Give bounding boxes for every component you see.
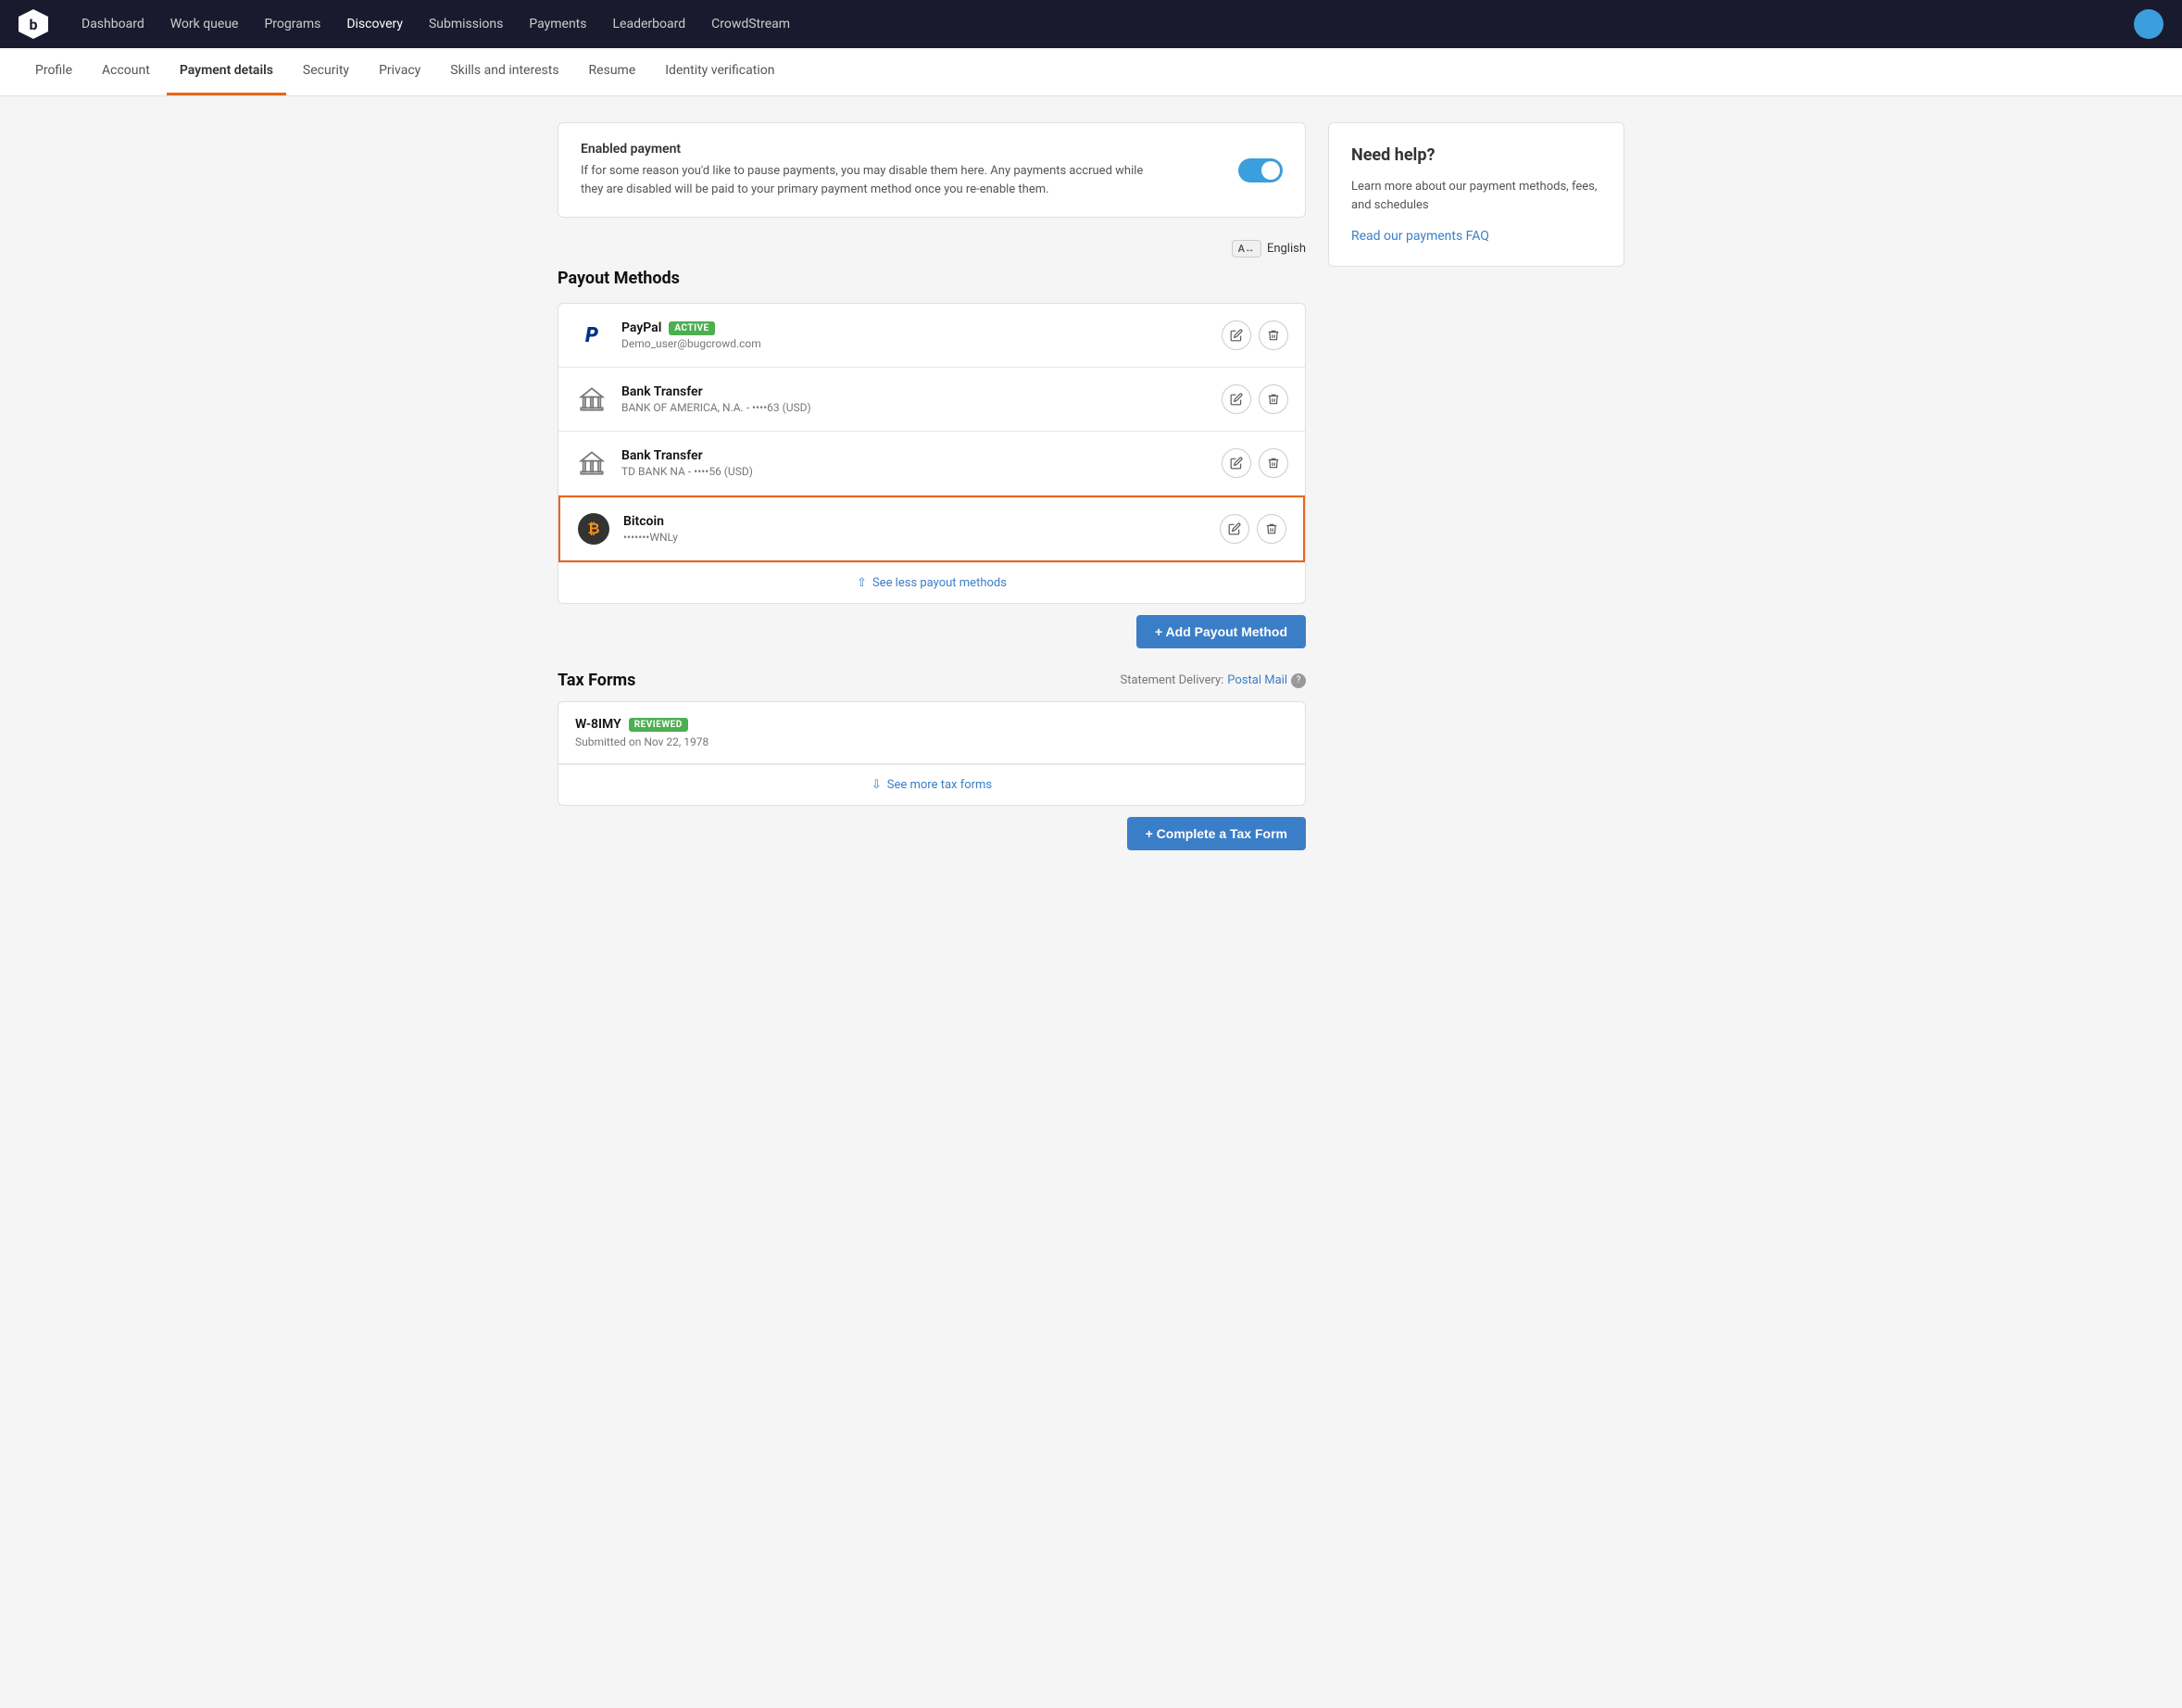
see-less-payout-label: See less payout methods (872, 576, 1007, 590)
tab-skills[interactable]: Skills and interests (437, 48, 571, 95)
side-column: Need help? Learn more about our payment … (1328, 122, 1624, 850)
payout-item-bank2: Bank Transfer TD BANK NA - ••••56 (USD) (558, 432, 1305, 496)
sub-navigation: Profile Account Payment details Security… (0, 48, 2182, 96)
bank1-info: Bank Transfer BANK OF AMERICA, N.A. - ••… (621, 384, 1222, 414)
see-more-tax-row[interactable]: ⇩ See more tax forms (558, 764, 1305, 805)
nav-payments[interactable]: Payments (518, 11, 597, 37)
payout-methods-title: Payout Methods (558, 269, 1306, 288)
paypal-delete-button[interactable] (1259, 320, 1288, 350)
bank1-delete-button[interactable] (1259, 384, 1288, 414)
tab-identity[interactable]: Identity verification (652, 48, 787, 95)
bank1-detail: BANK OF AMERICA, N.A. - ••••63 (USD) (621, 401, 1222, 414)
nav-leaderboard[interactable]: Leaderboard (602, 11, 697, 37)
bank2-info: Bank Transfer TD BANK NA - ••••56 (USD) (621, 448, 1222, 478)
payment-toggle-description: If for some reason you'd like to pause p… (581, 162, 1155, 198)
payment-toggle-section: Enabled payment If for some reason you'd… (558, 122, 1306, 218)
complete-tax-button[interactable]: + Complete a Tax Form (1127, 817, 1306, 850)
statement-delivery-help-icon[interactable]: ? (1291, 673, 1306, 688)
tab-resume[interactable]: Resume (576, 48, 649, 95)
read-faq-link[interactable]: Read our payments FAQ (1351, 229, 1489, 244)
bank2-actions (1222, 448, 1288, 478)
language-selector[interactable]: English (1267, 242, 1306, 256)
bank1-icon (575, 383, 608, 416)
tax-forms-title: Tax Forms (558, 671, 635, 690)
bank2-name: Bank Transfer (621, 448, 703, 463)
see-more-tax-label: See more tax forms (887, 778, 992, 792)
nav-submissions[interactable]: Submissions (418, 11, 514, 37)
top-nav-links: Dashboard Work queue Programs Discovery … (70, 11, 2134, 37)
tax-form-name: W-8IMY (575, 717, 621, 732)
page-content: Enabled payment If for some reason you'd… (535, 96, 1647, 876)
paypal-info: PayPal ACTIVE Demo_user@bugcrowd.com (621, 320, 1222, 350)
add-payout-row: + Add Payout Method (558, 615, 1306, 648)
tab-privacy[interactable]: Privacy (366, 48, 433, 95)
bitcoin-edit-button[interactable] (1220, 514, 1249, 544)
paypal-actions (1222, 320, 1288, 350)
statement-delivery-value: Postal Mail (1227, 673, 1287, 687)
paypal-edit-button[interactable] (1222, 320, 1251, 350)
tab-payment-details[interactable]: Payment details (167, 48, 286, 95)
bitcoin-icon: ₿ (577, 512, 610, 546)
paypal-active-badge: ACTIVE (669, 321, 714, 335)
tab-account[interactable]: Account (89, 48, 163, 95)
nav-programs[interactable]: Programs (253, 11, 332, 37)
payout-item-bitcoin: ₿ Bitcoin •••••••WNLy (560, 497, 1303, 560)
bank1-actions (1222, 384, 1288, 414)
tax-forms-card: W-8IMY REVIEWED Submitted on Nov 22, 197… (558, 701, 1306, 806)
add-payout-button[interactable]: + Add Payout Method (1136, 615, 1306, 648)
bank2-delete-button[interactable] (1259, 448, 1288, 478)
payout-item-bank1: Bank Transfer BANK OF AMERICA, N.A. - ••… (558, 368, 1305, 432)
logo[interactable]: b (19, 9, 48, 39)
help-description: Learn more about our payment methods, fe… (1351, 178, 1601, 214)
chevron-down-icon: ⇩ (872, 778, 882, 792)
nav-workqueue[interactable]: Work queue (159, 11, 250, 37)
bitcoin-actions (1220, 514, 1286, 544)
payout-item-bitcoin-wrapper: ₿ Bitcoin •••••••WNLy (558, 496, 1305, 562)
nav-discovery[interactable]: Discovery (335, 11, 414, 37)
nav-dashboard[interactable]: Dashboard (70, 11, 156, 37)
statement-delivery-label: Statement Delivery: (1120, 673, 1223, 687)
bitcoin-info: Bitcoin •••••••WNLy (623, 514, 1220, 544)
main-column: Enabled payment If for some reason you'd… (558, 122, 1306, 850)
paypal-name: PayPal (621, 320, 661, 335)
see-less-payout-row[interactable]: ⇧ See less payout methods (558, 562, 1305, 603)
complete-tax-row: + Complete a Tax Form (558, 817, 1306, 850)
bank1-name: Bank Transfer (621, 384, 703, 399)
paypal-icon: P (575, 319, 608, 352)
tax-forms-header: Tax Forms Statement Delivery: Postal Mai… (558, 671, 1306, 690)
payout-item-paypal: P PayPal ACTIVE Demo_user@bugcrowd.com (558, 304, 1305, 368)
payout-methods-card: P PayPal ACTIVE Demo_user@bugcrowd.com (558, 303, 1306, 604)
language-icon-badge: A↔ (1232, 240, 1261, 257)
payment-enabled-toggle[interactable] (1238, 158, 1283, 182)
user-avatar[interactable] (2134, 9, 2163, 39)
nav-crowdstream[interactable]: CrowdStream (700, 11, 801, 37)
bank2-detail: TD BANK NA - ••••56 (USD) (621, 465, 1222, 478)
bitcoin-delete-button[interactable] (1257, 514, 1286, 544)
tax-form-item-w8imy: W-8IMY REVIEWED Submitted on Nov 22, 197… (558, 702, 1305, 764)
bitcoin-name: Bitcoin (623, 514, 664, 529)
tax-form-submitted-date: Submitted on Nov 22, 1978 (575, 735, 1288, 748)
payment-toggle-text: Enabled payment If for some reason you'd… (581, 142, 1155, 198)
bank2-icon (575, 446, 608, 480)
bank2-edit-button[interactable] (1222, 448, 1251, 478)
top-navigation: b Dashboard Work queue Programs Discover… (0, 0, 2182, 48)
tab-profile[interactable]: Profile (22, 48, 85, 95)
chevron-up-icon: ⇧ (857, 576, 867, 590)
tab-security[interactable]: Security (290, 48, 362, 95)
bitcoin-detail: •••••••WNLy (623, 531, 1220, 544)
bank1-edit-button[interactable] (1222, 384, 1251, 414)
help-card: Need help? Learn more about our payment … (1328, 122, 1624, 267)
help-title: Need help? (1351, 145, 1601, 165)
payment-toggle-label: Enabled payment (581, 142, 1155, 157)
tax-form-reviewed-badge: REVIEWED (629, 718, 688, 732)
paypal-detail: Demo_user@bugcrowd.com (621, 337, 1222, 350)
statement-delivery: Statement Delivery: Postal Mail ? (1120, 673, 1306, 688)
language-row: A↔ English (558, 240, 1306, 257)
